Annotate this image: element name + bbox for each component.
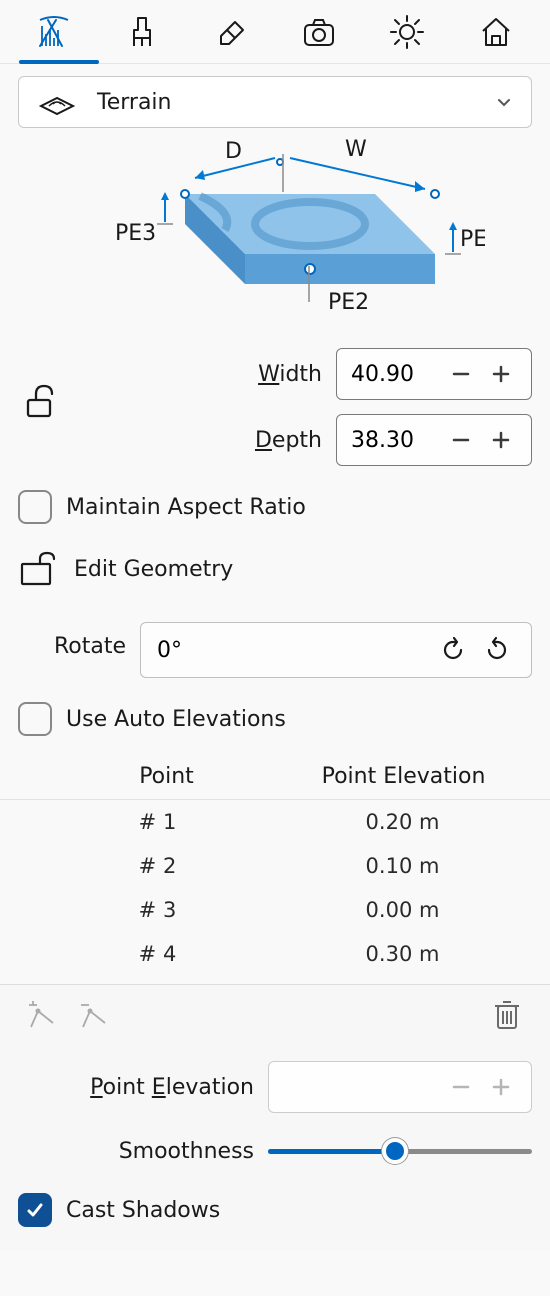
measure-icon [34,12,74,52]
elev-table-header: Point Point Elevation [18,736,532,799]
tab-eraser[interactable] [196,0,266,63]
svg-text:PE2: PE2 [328,290,369,315]
edit-geometry-button[interactable]: Edit Geometry [18,550,532,588]
width-input[interactable] [347,362,441,387]
rotate-input[interactable] [153,638,431,663]
auto-elev-label: Use Auto Elevations [66,707,286,732]
add-point-button[interactable] [18,993,68,1037]
rotate-ccw-icon [483,636,511,664]
aspect-ratio-label: Maintain Aspect Ratio [66,495,306,520]
aspect-ratio-checkbox[interactable] [18,490,52,524]
width-increment[interactable] [481,354,521,394]
terrain-type-icon [37,88,77,116]
tab-house[interactable] [461,0,531,63]
delete-button[interactable] [482,993,532,1037]
depth-increment[interactable] [481,420,521,460]
svg-text:W: W [345,137,367,162]
remove-point-icon [77,999,109,1031]
remove-point-button[interactable] [68,993,118,1037]
table-row[interactable]: # 30.00 m [0,888,550,932]
geometry-unlocked-icon [18,550,60,588]
add-point-icon [27,999,59,1031]
shape-type-label: Terrain [97,90,495,115]
pe-increment[interactable] [481,1067,521,1107]
lock-open-icon[interactable] [22,380,62,420]
svg-text:PE1: PE1 [460,227,485,252]
house-icon [477,13,515,51]
minus-icon [450,363,472,385]
table-row[interactable]: # 40.30 m [0,932,550,976]
checkmark-icon [25,1200,45,1220]
cast-shadows-label: Cast Shadows [66,1198,220,1223]
tab-brush[interactable] [107,0,177,63]
auto-elev-row: Use Auto Elevations [18,702,532,736]
shape-preview: D W PE1 PE2 PE3 [18,134,532,334]
point-actionbar [0,984,550,1051]
pe-decrement[interactable] [441,1067,481,1107]
rotate-cw-button[interactable] [431,628,475,672]
depth-spinner [336,414,532,466]
brush-icon [124,14,160,50]
plus-icon [490,429,512,451]
tool-tabbar [0,0,550,64]
point-elevation-label: Point Elevation [18,1075,268,1100]
elev-table: # 10.20 m # 20.10 m # 30.00 m # 40.30 m [0,799,550,976]
shape-type-select[interactable]: Terrain [18,76,532,128]
table-row[interactable]: # 20.10 m [0,844,550,888]
width-decrement[interactable] [441,354,481,394]
depth-input[interactable] [347,428,441,453]
depth-decrement[interactable] [441,420,481,460]
svg-text:PE3: PE3 [115,221,156,246]
smoothness-label: Smoothness [18,1139,268,1164]
rotate-box [140,622,532,678]
tab-light[interactable] [372,0,442,63]
tab-camera[interactable] [284,0,354,63]
auto-elev-checkbox[interactable] [18,702,52,736]
point-elevation-input[interactable] [279,1075,441,1100]
width-spinner [336,348,532,400]
eraser-icon [213,14,249,50]
width-label: Width [86,362,336,387]
minus-icon [450,1076,472,1098]
smoothness-slider[interactable] [268,1131,532,1171]
svg-text:D: D [225,139,242,164]
rotate-cw-icon [439,636,467,664]
point-elevation-spinner [268,1061,532,1113]
cast-shadows-checkbox[interactable] [18,1193,52,1227]
chevron-down-icon [495,93,513,111]
aspect-ratio-row: Maintain Aspect Ratio [18,490,532,524]
plus-icon [490,363,512,385]
table-row[interactable]: # 10.20 m [0,800,550,844]
depth-label: Depth [86,428,336,453]
rotate-ccw-button[interactable] [475,628,519,672]
sun-icon [388,13,426,51]
tab-measure[interactable] [19,0,89,63]
minus-icon [450,429,472,451]
trash-icon [492,998,522,1032]
camera-icon [300,13,338,51]
rotate-label: Rotate [18,634,140,659]
plus-icon [490,1076,512,1098]
